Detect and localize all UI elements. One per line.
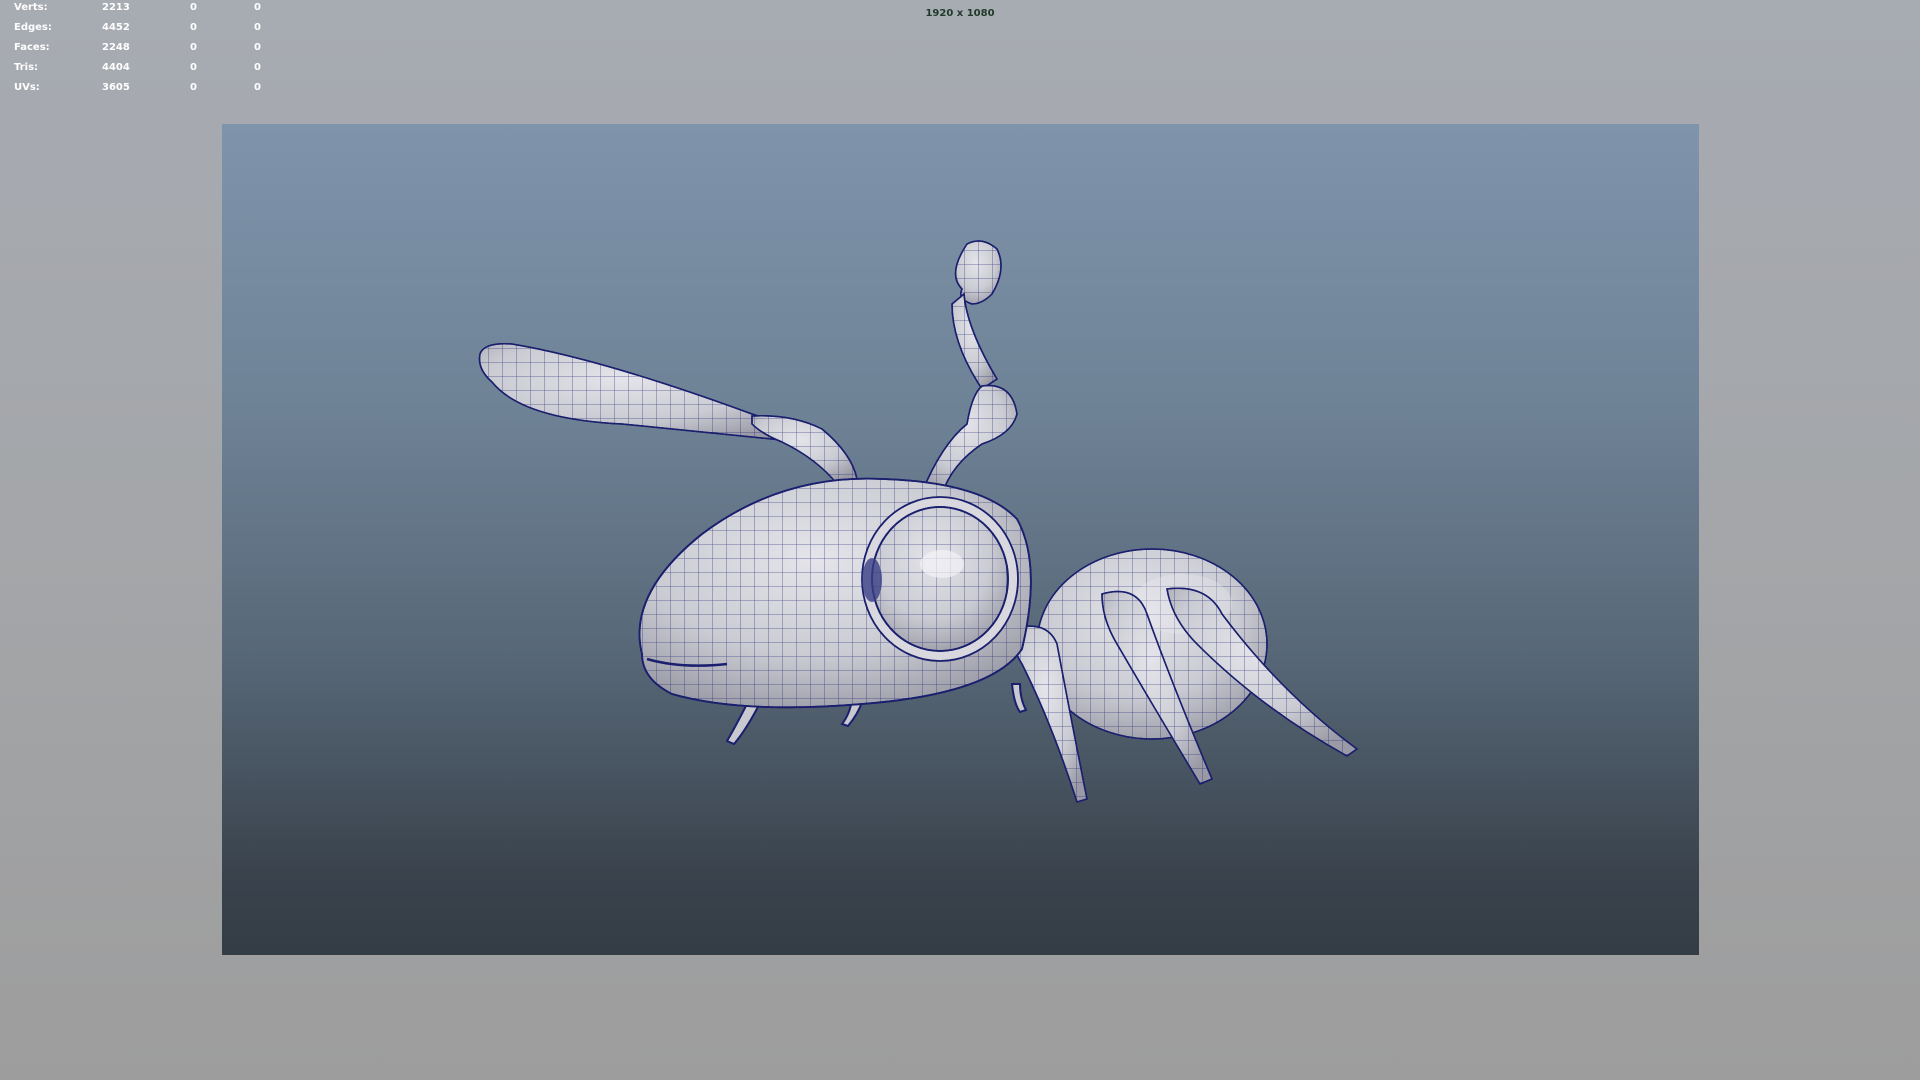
- tris-count: 4404: [102, 62, 130, 73]
- uvs-selected-alt: 0: [254, 82, 261, 93]
- edges-selected: 0: [190, 22, 197, 33]
- faces-selected-alt: 0: [254, 42, 261, 53]
- edges-label: Edges:: [14, 22, 52, 33]
- uvs-count: 3605: [102, 82, 130, 93]
- tris-selected: 0: [190, 62, 197, 73]
- edges-count: 4452: [102, 22, 130, 33]
- resolution-label: 1920 x 1080: [925, 8, 995, 19]
- ant-model-wireframe[interactable]: [222, 124, 1699, 955]
- verts-selected: 0: [190, 2, 197, 13]
- tris-label: Tris:: [14, 62, 39, 73]
- faces-label: Faces:: [14, 42, 50, 53]
- verts-selected-alt: 0: [254, 2, 261, 13]
- faces-count: 2248: [102, 42, 130, 53]
- verts-count: 2213: [102, 2, 130, 13]
- uvs-label: UVs:: [14, 82, 40, 93]
- eye: [861, 496, 1019, 662]
- viewport-resolution-gate[interactable]: [222, 124, 1699, 955]
- edges-selected-alt: 0: [254, 22, 261, 33]
- left-antenna: [478, 342, 858, 485]
- tris-selected-alt: 0: [254, 62, 261, 73]
- uvs-selected: 0: [190, 82, 197, 93]
- faces-selected: 0: [190, 42, 197, 53]
- right-antenna: [920, 240, 1018, 495]
- verts-label: Verts:: [14, 2, 48, 13]
